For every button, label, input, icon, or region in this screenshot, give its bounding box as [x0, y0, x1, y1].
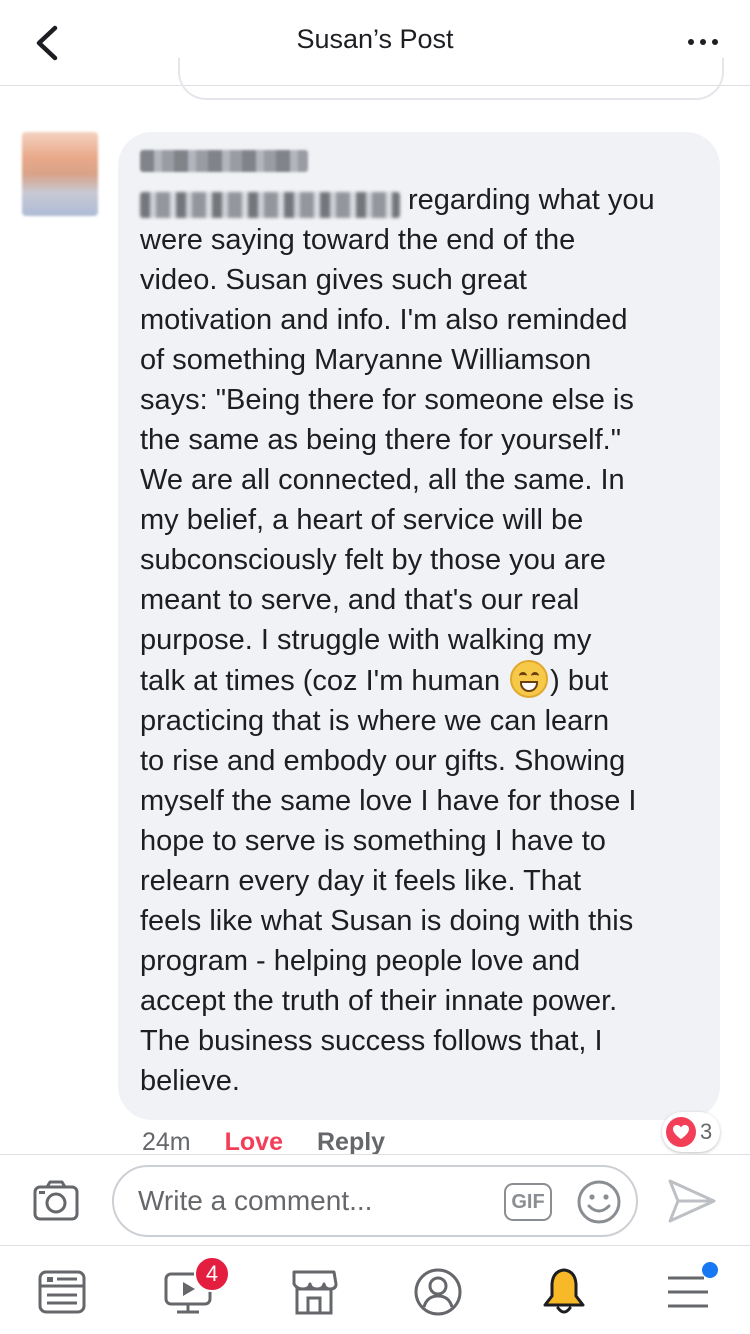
comment-input[interactable]	[138, 1181, 498, 1221]
reply-button[interactable]: Reply	[317, 1128, 385, 1157]
previous-bubble-edge	[178, 58, 724, 100]
nav-profile[interactable]	[408, 1264, 468, 1320]
camera-button[interactable]	[32, 1177, 80, 1225]
comment-composer: GIF	[0, 1154, 750, 1246]
smiley-icon	[577, 1180, 621, 1224]
author-name-redacted[interactable]	[140, 150, 308, 172]
page-title: Susan’s Post	[296, 24, 454, 54]
bottom-navigation: 4	[0, 1246, 750, 1334]
comment-bubble: regarding what you were saying toward th…	[118, 132, 720, 1120]
emoji-button[interactable]	[576, 1179, 622, 1225]
send-icon	[668, 1179, 716, 1223]
heart-reaction-icon	[666, 1117, 696, 1147]
avatar[interactable]	[22, 132, 98, 216]
send-button[interactable]	[666, 1177, 718, 1225]
reaction-summary[interactable]: 3	[662, 1112, 721, 1152]
comment-text-part1: regarding what you were saying toward th…	[140, 184, 655, 656]
more-dot	[712, 39, 718, 45]
menu-update-dot	[702, 1262, 718, 1278]
notification-badge: 4	[194, 1256, 230, 1292]
comment-input-box[interactable]: GIF	[112, 1165, 638, 1237]
gif-button[interactable]: GIF	[504, 1183, 552, 1221]
comment-text-part3: ) but practicing that is where we can le…	[140, 665, 637, 1097]
bell-icon	[543, 1268, 585, 1314]
profile-icon	[414, 1268, 462, 1316]
nav-marketplace[interactable]	[284, 1264, 344, 1320]
camera-icon	[33, 1180, 79, 1221]
grinning-face-icon	[510, 660, 549, 698]
comment-text-part2: talk at times (coz I'm human	[140, 665, 509, 697]
marketplace-icon	[292, 1270, 338, 1315]
comment-text: regarding what you were saying toward th…	[140, 180, 706, 1101]
love-button[interactable]: Love	[225, 1128, 283, 1157]
comment-timestamp: 24m	[142, 1127, 191, 1156]
nav-news-feed[interactable]	[32, 1264, 92, 1320]
reaction-count: 3	[700, 1119, 713, 1144]
news-feed-icon	[38, 1270, 86, 1314]
nav-notifications[interactable]	[534, 1264, 594, 1320]
more-options-button[interactable]	[678, 22, 728, 62]
more-dot	[688, 39, 694, 45]
more-dot	[700, 39, 706, 45]
